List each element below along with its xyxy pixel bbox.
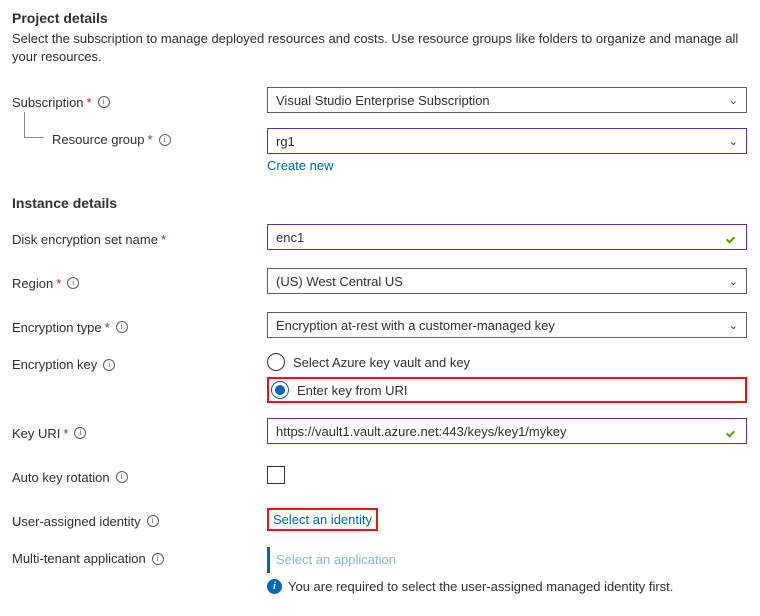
encryption-key-radio-group: Select Azure key vault and key Enter key…: [267, 353, 747, 403]
key-uri-label: Key URI * i: [12, 422, 267, 441]
required-asterisk: *: [161, 232, 166, 247]
required-asterisk: *: [63, 426, 68, 441]
chevron-down-icon: ⌄: [729, 94, 738, 107]
info-badge-icon: i: [267, 579, 282, 594]
required-asterisk: *: [87, 95, 92, 110]
required-asterisk: *: [148, 132, 153, 147]
info-icon[interactable]: i: [159, 134, 171, 146]
auto-key-rotation-checkbox[interactable]: [267, 466, 285, 484]
chevron-down-icon: ⌄: [729, 319, 738, 332]
radio-icon: [271, 381, 289, 399]
chevron-down-icon: ⌄: [729, 135, 738, 148]
disk-encryption-name-label: Disk encryption set name *: [12, 228, 267, 247]
region-dropdown[interactable]: (US) West Central US ⌄: [267, 268, 747, 294]
info-icon[interactable]: i: [152, 553, 164, 565]
key-uri-input[interactable]: https://vault1.vault.azure.net:443/keys/…: [267, 418, 747, 444]
subscription-dropdown[interactable]: Visual Studio Enterprise Subscription ⌄: [267, 87, 747, 113]
radio-enter-key-uri[interactable]: Enter key from URI: [271, 381, 408, 399]
check-icon: [726, 230, 740, 244]
instance-details-title: Instance details: [12, 195, 748, 211]
chevron-down-icon: ⌄: [729, 275, 738, 288]
required-asterisk: *: [105, 320, 110, 335]
info-icon[interactable]: i: [103, 359, 115, 371]
select-identity-link[interactable]: Select an identity: [273, 512, 372, 527]
highlight-box: Select an identity: [267, 508, 378, 531]
encryption-type-label: Encryption type * i: [12, 316, 267, 335]
select-application-link[interactable]: Select an application: [276, 547, 396, 573]
info-icon[interactable]: i: [116, 321, 128, 333]
region-label: Region * i: [12, 272, 267, 291]
subscription-label: Subscription * i: [12, 91, 267, 110]
resource-group-label: Resource group * i: [12, 128, 267, 147]
disk-encryption-name-input[interactable]: enc1: [267, 224, 747, 250]
info-icon[interactable]: i: [98, 96, 110, 108]
highlight-box: Enter key from URI: [267, 377, 747, 403]
project-details-title: Project details: [12, 10, 748, 26]
info-icon[interactable]: i: [67, 277, 79, 289]
project-details-desc: Select the subscription to manage deploy…: [12, 30, 748, 66]
info-icon[interactable]: i: [147, 515, 159, 527]
create-new-link[interactable]: Create new: [267, 158, 333, 173]
required-asterisk: *: [56, 276, 61, 291]
radio-icon: [267, 353, 285, 371]
info-icon[interactable]: i: [74, 427, 86, 439]
encryption-type-dropdown[interactable]: Encryption at-rest with a customer-manag…: [267, 312, 747, 338]
auto-key-rotation-label: Auto key rotation i: [12, 466, 267, 485]
encryption-key-label: Encryption key i: [12, 353, 267, 372]
multi-tenant-label: Multi-tenant application i: [12, 547, 267, 566]
check-icon: [726, 424, 740, 438]
info-message: i You are required to select the user-as…: [267, 579, 747, 594]
info-icon[interactable]: i: [116, 471, 128, 483]
indent-bracket: [24, 112, 44, 138]
resource-group-dropdown[interactable]: rg1 ⌄: [267, 128, 747, 154]
radio-select-key-vault[interactable]: Select Azure key vault and key: [267, 353, 747, 371]
user-assigned-identity-label: User-assigned identity i: [12, 510, 267, 529]
